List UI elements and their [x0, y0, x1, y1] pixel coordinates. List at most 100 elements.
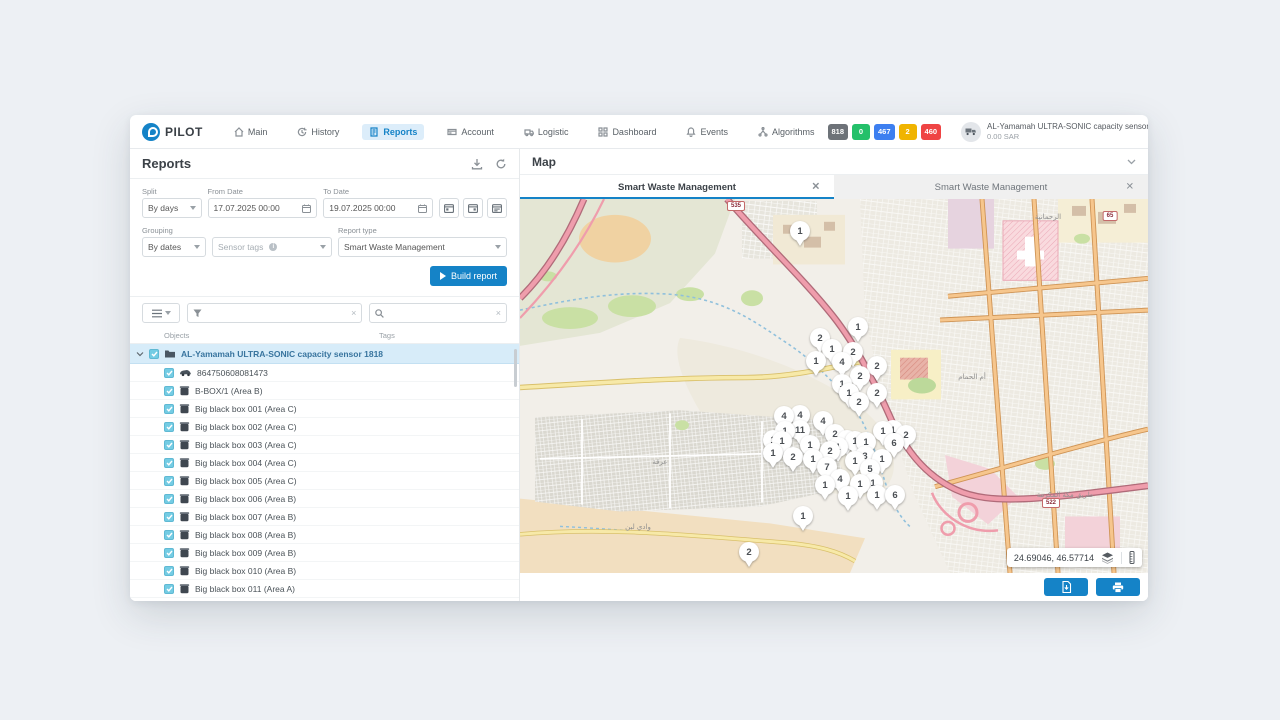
- object-row[interactable]: Big black box 012 (Area C): [130, 598, 519, 601]
- checkbox-checked[interactable]: [164, 404, 174, 414]
- user-info[interactable]: AL-Yamamah ULTRA-SONIC capacity sensor(m…: [961, 122, 1148, 142]
- app-logo[interactable]: PILOT: [142, 123, 203, 141]
- checkbox-checked[interactable]: [149, 349, 159, 359]
- logo-text: PILOT: [165, 125, 203, 139]
- object-row[interactable]: Big black box 011 (Area A): [130, 580, 519, 598]
- object-row[interactable]: B-BOX/1 (Area B): [130, 382, 519, 400]
- clear-filter-icon[interactable]: ×: [351, 308, 356, 318]
- home-icon: [234, 127, 244, 137]
- checkbox-checked[interactable]: [164, 422, 174, 432]
- nav-item-main[interactable]: Main: [227, 124, 275, 140]
- object-row[interactable]: Big black box 002 (Area C): [130, 418, 519, 436]
- cluster-marker[interactable]: 2: [867, 383, 887, 403]
- checkbox-checked[interactable]: [164, 476, 174, 486]
- nav-item-algorithms[interactable]: Algorithms: [751, 124, 822, 140]
- object-row[interactable]: Big black box 004 (Area C): [130, 454, 519, 472]
- map-tab-1[interactable]: Smart Waste Management✕: [520, 175, 834, 199]
- from-date-input[interactable]: 17.07.2025 00:00: [208, 198, 318, 218]
- refresh-icon[interactable]: [495, 158, 507, 170]
- cluster-marker[interactable]: 2: [783, 447, 803, 467]
- logistic-icon: [524, 127, 534, 137]
- cluster-marker[interactable]: 1: [838, 486, 858, 506]
- checkbox-checked[interactable]: [164, 440, 174, 450]
- build-report-button[interactable]: Build report: [430, 266, 507, 286]
- grouping-select[interactable]: By dates: [142, 237, 206, 257]
- checkbox-checked[interactable]: [164, 530, 174, 540]
- list-type-dropdown[interactable]: [142, 303, 180, 323]
- object-row[interactable]: Big black box 008 (Area B): [130, 526, 519, 544]
- checkbox-checked[interactable]: [164, 566, 174, 576]
- preset-week-button[interactable]: [487, 198, 507, 218]
- map-tab-2[interactable]: Smart Waste Management✕: [834, 175, 1148, 199]
- cluster-marker[interactable]: 1: [790, 221, 810, 241]
- export-icon[interactable]: [471, 158, 483, 170]
- map-panel: Map Smart Waste Management✕Smart Waste M…: [520, 149, 1148, 601]
- preset-yesterday-button[interactable]: [463, 198, 483, 218]
- cluster-marker[interactable]: 4: [832, 352, 852, 372]
- nav-item-history[interactable]: History: [290, 124, 346, 140]
- tab-close-icon[interactable]: ✕: [1126, 182, 1134, 193]
- status-badge-blue[interactable]: 467: [874, 124, 895, 140]
- panel-scrollbar[interactable]: [514, 349, 517, 387]
- export-report-button[interactable]: [1044, 578, 1088, 596]
- status-badge-gray[interactable]: 818: [828, 124, 849, 140]
- chevron-expand-icon[interactable]: [136, 350, 144, 358]
- nav-item-logistic[interactable]: Logistic: [517, 124, 576, 140]
- status-badge-red[interactable]: 460: [921, 124, 942, 140]
- map-canvas[interactable]: 53565522الرحمانيةأم الحمامعرقةوادي لبنطر…: [520, 199, 1148, 573]
- tag-filter-input[interactable]: ×: [187, 303, 362, 323]
- checkbox-checked[interactable]: [164, 512, 174, 522]
- tab-close-icon[interactable]: ✕: [812, 182, 820, 193]
- object-row[interactable]: Big black box 007 (Area B): [130, 508, 519, 526]
- object-row[interactable]: Big black box 005 (Area C): [130, 472, 519, 490]
- checkbox-checked[interactable]: [164, 548, 174, 558]
- cluster-marker[interactable]: 2: [849, 392, 869, 412]
- status-badge-green[interactable]: 0: [852, 124, 870, 140]
- cluster-marker[interactable]: 1: [848, 317, 868, 337]
- nav-item-account[interactable]: Account: [440, 124, 501, 140]
- cluster-marker[interactable]: 1: [806, 351, 826, 371]
- chevron-down-icon: [194, 245, 200, 252]
- search-input[interactable]: ×: [369, 303, 507, 323]
- ruler-icon[interactable]: [1129, 551, 1135, 564]
- layers-icon[interactable]: [1101, 552, 1114, 564]
- from-date-label: From Date: [208, 187, 318, 196]
- checkbox-checked[interactable]: [164, 386, 174, 396]
- cluster-marker[interactable]: 1: [815, 475, 835, 495]
- map-header: Map: [520, 149, 1148, 175]
- vehicle-icon: [179, 368, 192, 377]
- preset-today-button[interactable]: [439, 198, 459, 218]
- list-icon: [152, 309, 162, 318]
- split-select[interactable]: By days: [142, 198, 202, 218]
- object-row[interactable]: Big black box 003 (Area C): [130, 436, 519, 454]
- waste-bin-icon: [179, 457, 190, 468]
- object-row[interactable]: 864750608081473: [130, 364, 519, 382]
- to-date-input[interactable]: 19.07.2025 00:00: [323, 198, 433, 218]
- checkbox-checked[interactable]: [164, 368, 174, 378]
- cluster-marker[interactable]: 1: [763, 443, 783, 463]
- cluster-marker[interactable]: 2: [867, 356, 887, 376]
- object-group-row[interactable]: AL-Yamamah ULTRA-SONIC capacity sensor 1…: [130, 344, 519, 364]
- report-type-select[interactable]: Smart Waste Management: [338, 237, 507, 257]
- object-row[interactable]: Big black box 009 (Area B): [130, 544, 519, 562]
- cluster-marker[interactable]: 2: [739, 542, 759, 562]
- nav-item-dashboard[interactable]: Dashboard: [591, 124, 663, 140]
- status-badges: 81804672460: [828, 124, 942, 140]
- cluster-marker[interactable]: 6: [885, 485, 905, 505]
- sensor-tags-select[interactable]: Sensor tagsi: [212, 237, 332, 257]
- cluster-marker[interactable]: 1: [867, 485, 887, 505]
- print-button[interactable]: [1096, 578, 1140, 596]
- nav-item-reports[interactable]: Reports: [362, 124, 424, 140]
- object-row[interactable]: Big black box 010 (Area B): [130, 562, 519, 580]
- chevron-down-icon: [165, 311, 171, 318]
- clear-search-icon[interactable]: ×: [496, 308, 501, 318]
- object-row[interactable]: Big black box 006 (Area B): [130, 490, 519, 508]
- checkbox-checked[interactable]: [164, 494, 174, 504]
- nav-item-events[interactable]: Events: [679, 124, 735, 140]
- object-row[interactable]: Big black box 001 (Area C): [130, 400, 519, 418]
- collapse-chevron-icon[interactable]: [1127, 159, 1136, 165]
- checkbox-checked[interactable]: [164, 584, 174, 594]
- cluster-marker[interactable]: 1: [793, 506, 813, 526]
- checkbox-checked[interactable]: [164, 458, 174, 468]
- status-badge-yellow[interactable]: 2: [899, 124, 917, 140]
